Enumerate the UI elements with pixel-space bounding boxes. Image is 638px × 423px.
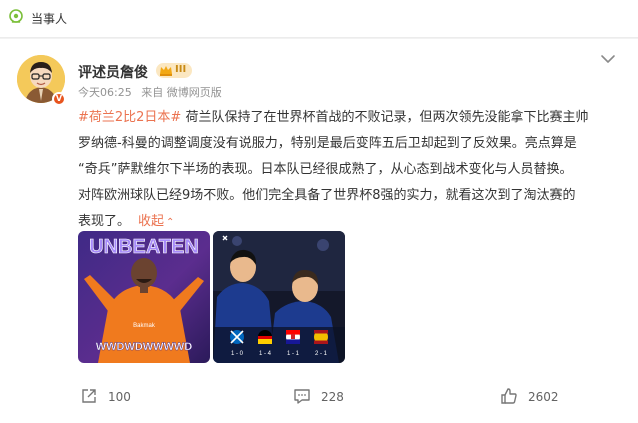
unbeaten-record: WWDWDWWWWD	[96, 341, 193, 353]
result-score: 1 - 1	[287, 351, 300, 357]
comment-icon	[294, 389, 310, 404]
post-card: V 评述员詹俊 III 今天06:25 来自 微博网页版 #荷兰2比2日本# 荷…	[0, 39, 638, 423]
like-count: 2602	[528, 390, 559, 404]
topic-hashtag[interactable]: #荷兰2比2日本#	[78, 110, 181, 125]
results-graphic: 1 - 0 1 - 4 1 - 1 2 - 1	[213, 231, 345, 363]
post-line: “奇兵”萨默维尔下半场的表现。日本队已经很成熟了，从心态到战术变化与人员替换。	[78, 162, 573, 177]
post-image-results[interactable]: 1 - 0 1 - 4 1 - 1 2 - 1	[213, 231, 345, 363]
post-line: 对阵欧洲球队已经9场不败。他们完全具备了世界杯8强的实力，就看这次到了淘汰赛的	[78, 188, 576, 203]
post-image-unbeaten[interactable]: UNBEATEN Bakmak WWDWDWWWWD	[78, 231, 210, 363]
post-line: 罗纳德-科曼的调整调度没有说服力，特别是最后变阵五后卫却起到了反效果。亮点算是	[78, 136, 577, 151]
collapse-link[interactable]: 收起	[138, 214, 164, 229]
chevron-down-icon[interactable]	[600, 53, 616, 65]
result-score: 2 - 1	[315, 351, 328, 357]
verified-badge-icon: V	[52, 92, 66, 106]
unbeaten-graphic: UNBEATEN Bakmak WWDWDWWWWD	[78, 231, 210, 363]
share-icon	[82, 389, 96, 403]
share-count: 100	[108, 390, 131, 404]
post-meta: 今天06:25 来自 微博网页版	[78, 84, 228, 100]
rank-badge[interactable]: III	[156, 63, 192, 78]
comment-count: 228	[321, 390, 344, 404]
unbeaten-headline: UNBEATEN	[89, 236, 199, 258]
crown-icon	[160, 66, 172, 76]
post-line: #荷兰2比2日本# 荷兰队保持了在世界杯首战的不败记录，但两次领先没能拿下比赛主…	[78, 110, 589, 125]
action-bar: 100 228 2602	[0, 382, 638, 412]
post-text: #荷兰2比2日本# 荷兰队保持了在世界杯首战的不败记录，但两次领先没能拿下比赛主…	[78, 105, 623, 236]
thumbs-up-icon	[501, 388, 517, 404]
location-pin-icon	[9, 9, 23, 23]
rank-level: III	[175, 64, 187, 75]
result-score: 1 - 0	[231, 351, 244, 357]
post-time[interactable]: 今天06:25	[78, 86, 132, 99]
chevron-up-icon: ⌃	[166, 217, 175, 228]
post-source: 来自 微博网页版	[141, 86, 222, 99]
author-name[interactable]: 评述员詹俊	[78, 62, 148, 82]
result-score: 1 - 4	[259, 351, 272, 357]
top-bar: 当事人	[0, 0, 638, 38]
topbar-label: 当事人	[31, 12, 68, 26]
watermark-text: Bakmak	[133, 323, 156, 329]
